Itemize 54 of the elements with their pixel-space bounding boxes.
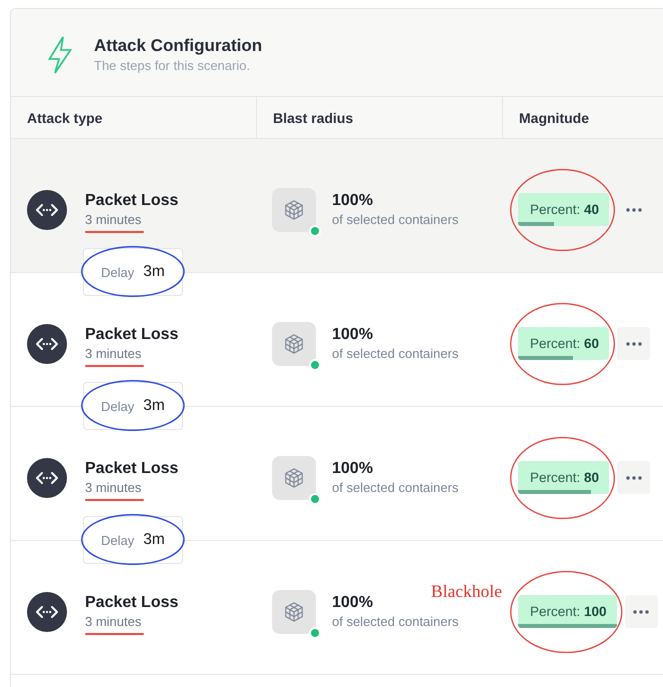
magnitude-value: Percent: 100	[529, 603, 608, 621]
attack-name: Packet Loss	[85, 592, 178, 612]
attack-name: Packet Loss	[85, 458, 178, 478]
delay-value: 3m	[143, 531, 165, 549]
attack-duration: 3 minutes	[85, 212, 142, 226]
magnitude-badge[interactable]: Percent: 60	[518, 327, 610, 360]
delay-label: Delay	[101, 398, 134, 414]
cube-icon	[272, 188, 316, 232]
ellipsis-icon	[626, 476, 642, 480]
blast-percent: 100%	[332, 459, 373, 479]
magnitude-value: Percent: 60	[529, 335, 600, 353]
attack-name: Packet Loss	[85, 324, 178, 344]
card-title: Attack Configuration	[94, 35, 262, 56]
ellipsis-icon	[633, 610, 650, 614]
blast-caption: of selected containers	[332, 345, 458, 362]
ellipsis-icon	[626, 208, 642, 212]
blast-caption: of selected containers	[332, 613, 458, 630]
code-icon	[27, 190, 67, 230]
status-dot-icon	[309, 492, 321, 504]
delay-value: 3m	[143, 397, 165, 415]
cube-icon	[272, 590, 316, 634]
magnitude-badge[interactable]: Percent: 80	[518, 461, 610, 494]
cube-icon	[272, 322, 316, 366]
magnitude-value: Percent: 40	[529, 201, 600, 219]
annotation-note: Blackhole	[431, 581, 502, 601]
attack-name: Packet Loss	[85, 190, 178, 210]
card-subtitle: The steps for this scenario.	[94, 57, 252, 74]
magnitude-badge[interactable]: Percent: 40	[518, 193, 610, 226]
column-header: Magnitude	[502, 97, 663, 138]
blast-caption: of selected containers	[332, 479, 458, 496]
column-header: Blast radius	[256, 97, 502, 138]
attack-duration: 3 minutes	[85, 346, 142, 360]
status-dot-icon	[309, 626, 321, 638]
lightning-icon	[48, 36, 72, 74]
code-icon	[27, 592, 67, 632]
status-dot-icon	[309, 358, 321, 370]
cube-icon	[272, 456, 316, 500]
magnitude-badge[interactable]: Percent: 100	[518, 595, 617, 628]
blast-percent: 100%	[332, 593, 373, 613]
code-icon	[27, 458, 67, 498]
status-dot-icon	[309, 224, 321, 236]
magnitude-value: Percent: 80	[529, 469, 600, 487]
blast-percent: 100%	[332, 325, 373, 345]
code-icon	[27, 324, 67, 364]
attack-duration: 3 minutes	[85, 614, 142, 628]
more-button[interactable]	[617, 461, 650, 494]
ellipsis-icon	[626, 342, 642, 346]
column-header: Attack type	[26, 108, 104, 128]
blast-percent: 100%	[332, 191, 373, 211]
blast-caption: of selected containers	[332, 211, 458, 228]
delay-label: Delay	[101, 532, 134, 548]
more-button[interactable]	[617, 327, 650, 360]
more-button[interactable]	[624, 595, 658, 628]
attack-duration: 3 minutes	[85, 480, 142, 494]
